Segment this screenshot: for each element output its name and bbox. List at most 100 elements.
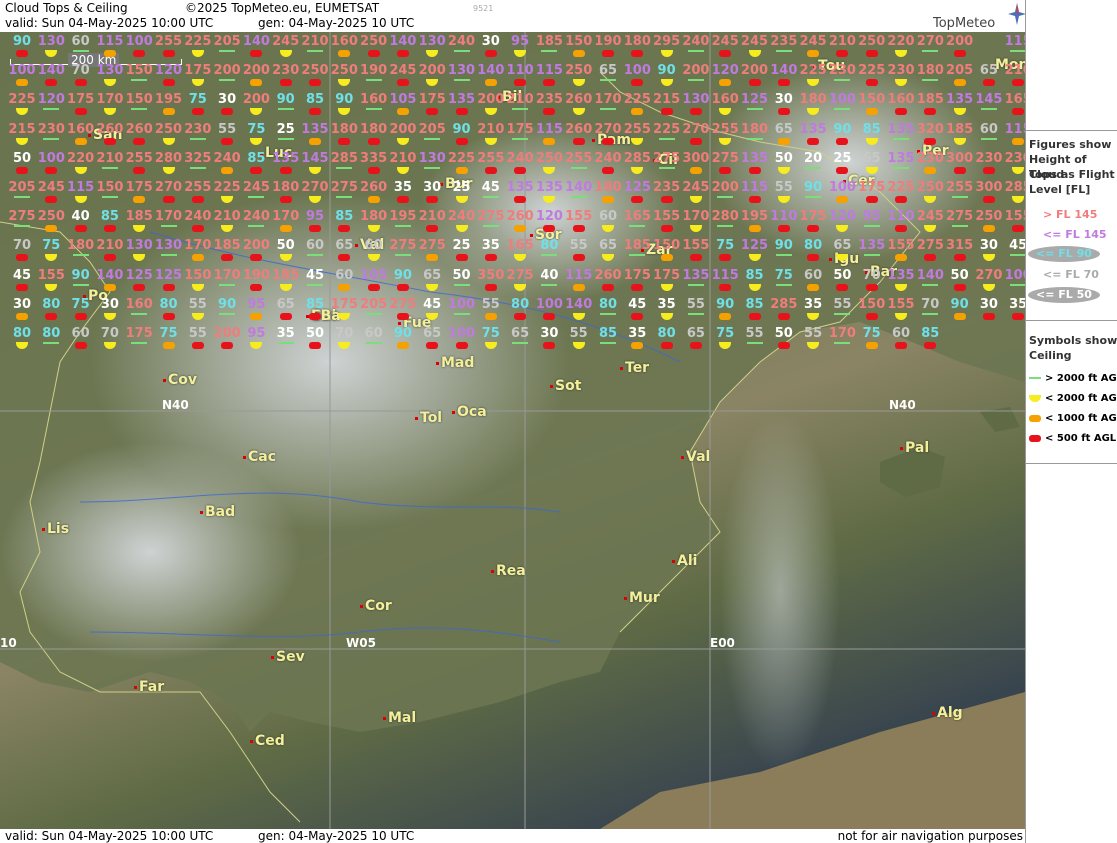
ceiling-symbol <box>191 342 204 349</box>
cloud-top-value: 245 <box>37 180 65 195</box>
cloud-top-value: 175 <box>418 92 446 108</box>
cloud-top-value: 75 <box>862 326 881 341</box>
cloud-top-value: 80 <box>42 296 61 312</box>
cloud-top-value: 60 <box>598 209 618 225</box>
cloud-top-value: 270 <box>301 180 329 195</box>
cloud-top-value: 260 <box>565 92 593 108</box>
cloud-top-value: 30 <box>979 238 998 254</box>
cloud-top-value: 90 <box>833 121 852 137</box>
ceiling-symbol <box>455 166 468 174</box>
cloud-top-value: 155 <box>887 238 915 254</box>
ceiling-symbol <box>1010 254 1025 257</box>
ceiling-symbol <box>365 312 382 315</box>
cloud-top-value: 120 <box>154 63 183 79</box>
cloud-top-value: 275 <box>389 238 417 254</box>
ceiling-symbol <box>982 225 995 233</box>
cloud-top-value: 130 <box>418 34 446 49</box>
ceiling-symbol <box>660 108 673 116</box>
ceiling-symbol <box>514 312 527 320</box>
ceiling-symbol <box>602 50 614 57</box>
ceiling-symbol <box>836 166 849 174</box>
cloud-top-value: 65 <box>511 326 530 341</box>
ceiling-symbol <box>893 137 909 140</box>
cloud-top-value: 180 <box>360 121 388 137</box>
ceiling-symbol <box>162 342 175 349</box>
ceiling-symbol <box>160 254 177 257</box>
cloud-top-value: 270 <box>975 267 1003 283</box>
cloud-top-value: 80 <box>540 238 559 254</box>
cloud-top-value: 220 <box>67 150 95 166</box>
cloud-top-value: 210 <box>301 34 329 49</box>
cloud-top-value: 205 <box>8 180 36 195</box>
ceiling-symbol <box>865 342 878 349</box>
ceiling-symbol <box>953 254 966 262</box>
cloud-top-value: 50 <box>774 326 793 341</box>
ceiling-symbol <box>543 108 556 116</box>
ceiling-symbol <box>336 166 353 169</box>
cloud-top-value: 230 <box>37 121 65 137</box>
ceiling-symbol <box>719 312 732 320</box>
ceiling-symbol <box>924 108 937 116</box>
ceiling-symbol <box>277 137 294 140</box>
cloud-top-value: 275 <box>653 150 681 166</box>
cloud-top-value: 30 <box>540 326 559 341</box>
cloud-top-value: 230 <box>184 121 212 137</box>
cloud-top-value: 275 <box>8 209 36 225</box>
ceiling-symbol <box>133 166 146 174</box>
cloud-top-value: 60 <box>891 326 911 341</box>
ceiling-symbol <box>338 283 351 291</box>
ceiling-symbol <box>367 196 380 203</box>
legend-fl-le90: <= FL 90 <box>1028 246 1100 262</box>
cloud-top-value: 185 <box>946 121 974 137</box>
cloud-top-value: 140 <box>242 34 270 49</box>
cloud-top-value: 210 <box>213 209 241 225</box>
ceiling-symbol <box>572 50 585 57</box>
cloud-top-value: 65 <box>335 238 354 254</box>
cloud-top-value: 200 <box>213 63 241 79</box>
ceiling-symbol <box>338 50 351 57</box>
cloud-top-value: 85 <box>247 150 266 166</box>
cloud-top-value: 195 <box>154 92 183 108</box>
cloud-top-value: 55 <box>188 296 207 312</box>
ceiling-symbol <box>43 108 60 111</box>
ceiling-symbol <box>482 225 499 228</box>
ceiling-symbol <box>865 312 878 320</box>
cloud-top-value: 75 <box>247 121 266 137</box>
ceiling-symbol <box>924 137 937 145</box>
cloud-top-value: 60 <box>335 267 354 283</box>
ceiling-symbol <box>309 79 321 87</box>
cloud-top-value: 150 <box>858 92 886 108</box>
ceiling-symbol <box>396 283 409 291</box>
cloud-top-value: 245 <box>799 34 827 49</box>
cloud-top-value: 210 <box>506 92 534 108</box>
cloud-top-value: 175 <box>330 296 358 312</box>
cloud-top-value: 225 <box>184 34 212 49</box>
ceiling-symbol <box>687 312 704 315</box>
satellite-map[interactable]: 200 km N40 N40 W05 E00 10 TouMonBilPamSa… <box>0 32 1025 829</box>
cloud-top-value: 70 <box>100 326 119 341</box>
cloud-top-value: 90 <box>657 63 676 79</box>
ceiling-symbol <box>631 342 644 349</box>
cloud-top-value: 225 <box>653 121 681 137</box>
ceiling-symbol <box>219 283 236 286</box>
ceiling-symbol <box>191 108 204 116</box>
ceiling-symbol <box>426 342 439 349</box>
ceiling-symbol <box>160 225 177 228</box>
ceiling-symbol <box>631 79 644 87</box>
cloud-top-value: 150 <box>653 238 681 254</box>
cloud-top-value: 85 <box>745 267 764 283</box>
cloud-top-value: 105 <box>360 267 388 283</box>
legend-ceil-red: < 500 ft AGL <box>1029 433 1116 444</box>
cloud-top-value: 65 <box>423 326 442 341</box>
ceiling-symbol <box>103 225 116 233</box>
footer-generation-time: gen: 04-May-2025 10 UTC <box>258 829 415 843</box>
ceiling-symbol <box>572 254 585 262</box>
cloud-top-value: 175 <box>653 267 681 283</box>
cloud-top-value: 150 <box>858 296 886 312</box>
ceiling-symbol <box>162 79 175 87</box>
cloud-top-value: 285 <box>770 296 798 312</box>
ceiling-symbol <box>133 283 146 291</box>
ceiling-symbol <box>689 108 702 116</box>
ceiling-symbol <box>865 196 878 203</box>
cloud-top-value: 245 <box>682 180 710 195</box>
